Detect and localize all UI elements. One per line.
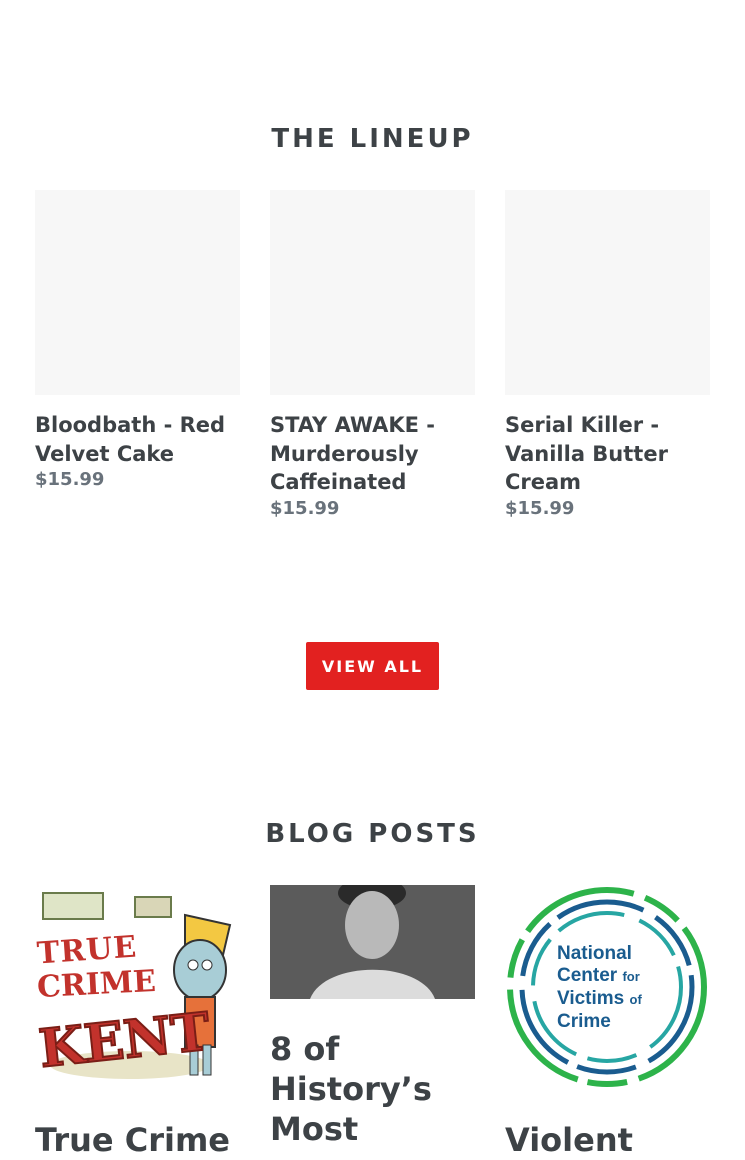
blog-post-title[interactable]: Violent	[505, 1120, 710, 1160]
blog-post-image-ncvc-logo[interactable]: National Center for Victims of Crime	[505, 885, 710, 1090]
product-card[interactable]: STAY AWAKE - Murderously Caffeinated $15…	[270, 190, 475, 519]
product-name[interactable]: STAY AWAKE - Murderously Caffeinated	[270, 411, 475, 497]
product-name[interactable]: Bloodbath - Red Velvet Cake	[35, 411, 240, 468]
view-all-button[interactable]: VIEW ALL	[306, 642, 439, 690]
blog-post-image-portrait[interactable]	[270, 885, 475, 999]
blog-post-card[interactable]: TRUE CRIME KENT True Crime	[35, 885, 240, 1160]
portrait-photo-icon	[270, 885, 475, 999]
blog-post-card[interactable]: 8 of History’s Most	[270, 885, 475, 1149]
product-card[interactable]: Bloodbath - Red Velvet Cake $15.99	[35, 190, 240, 490]
blog-section-title: BLOG POSTS	[265, 818, 480, 849]
image-text: CRIME	[36, 963, 157, 1006]
product-image[interactable]	[505, 190, 710, 395]
blog-post-image-true-crime-kent[interactable]: TRUE CRIME KENT	[35, 885, 240, 1090]
product-price: $15.99	[35, 469, 105, 490]
product-image[interactable]	[270, 190, 475, 395]
ncvc-logo-text: National Center for Victims of Crime	[557, 943, 642, 1032]
blog-post-title[interactable]: 8 of History’s Most	[270, 1029, 475, 1149]
blog-post-title[interactable]: True Crime	[35, 1120, 240, 1160]
product-price: $15.99	[270, 497, 340, 519]
product-name[interactable]: Serial Killer - Vanilla Butter Cream	[505, 411, 710, 497]
product-price: $15.99	[505, 497, 575, 519]
product-card[interactable]: Serial Killer - Vanilla Butter Cream $15…	[505, 190, 710, 519]
blog-post-card[interactable]: National Center for Victims of Crime Vio…	[505, 885, 710, 1160]
product-image[interactable]	[35, 190, 240, 395]
lineup-section-title: THE LINEUP	[271, 123, 474, 154]
